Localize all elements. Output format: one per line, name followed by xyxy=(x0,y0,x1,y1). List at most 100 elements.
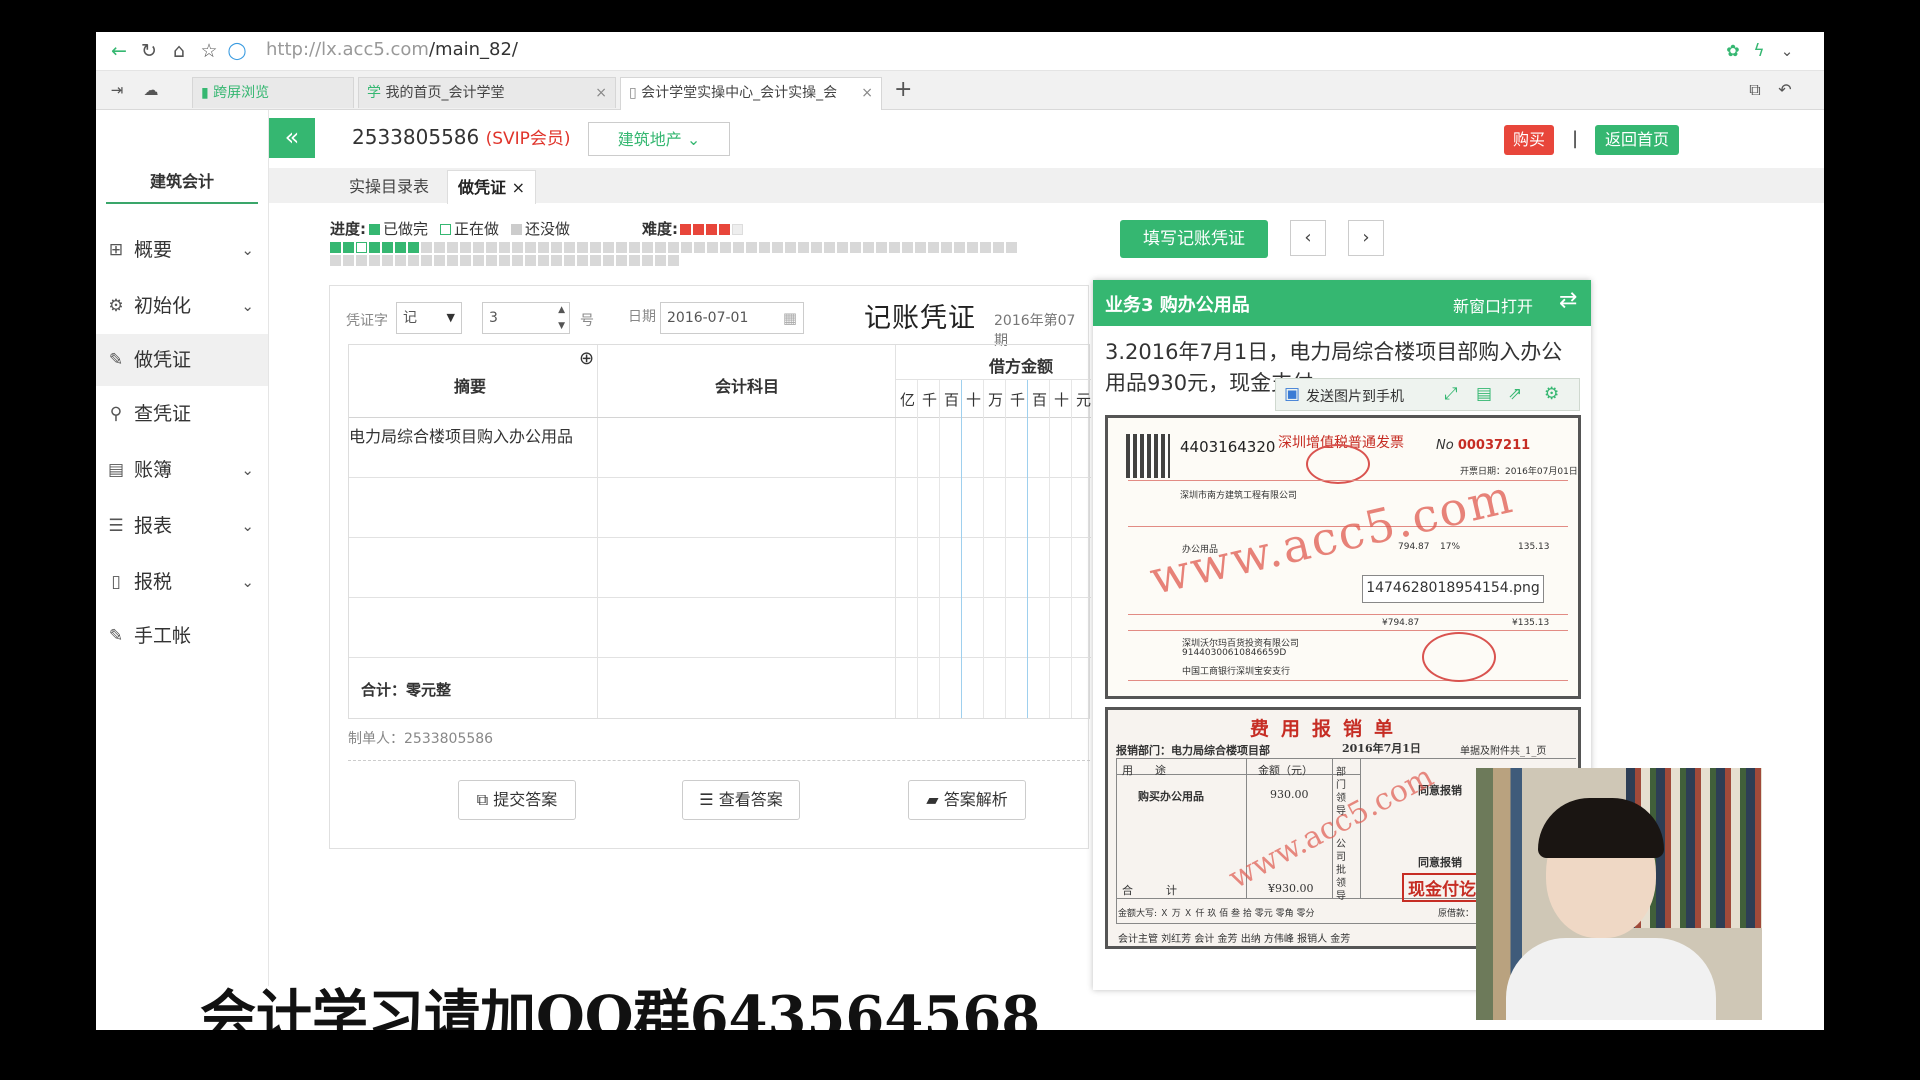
lightning-icon[interactable]: ϟ xyxy=(1746,38,1772,64)
progress-cell[interactable] xyxy=(447,255,458,266)
progress-cell[interactable] xyxy=(785,242,796,253)
progress-cell[interactable] xyxy=(863,242,874,253)
progress-cell[interactable] xyxy=(564,242,575,253)
progress-cell[interactable] xyxy=(434,255,445,266)
progress-cell[interactable] xyxy=(512,255,523,266)
progress-cell[interactable] xyxy=(902,242,913,253)
open-new-window-link[interactable]: 新窗口打开 xyxy=(1453,293,1533,317)
progress-cell[interactable] xyxy=(681,242,692,253)
sidebar-item-report[interactable]: ☰ 报表 ⌄ xyxy=(96,500,268,552)
progress-cell[interactable] xyxy=(577,242,588,253)
tab-practice-center[interactable]: ▯ 会计学堂实操中心_会计实操_会 × xyxy=(620,77,882,110)
progress-cell[interactable] xyxy=(928,242,939,253)
row-summary-input[interactable] xyxy=(349,597,597,657)
row-account-input[interactable] xyxy=(597,477,895,537)
refresh-icon[interactable]: ↻ xyxy=(136,38,162,64)
progress-cell[interactable] xyxy=(395,242,406,253)
progress-cell[interactable] xyxy=(746,242,757,253)
progress-cell[interactable] xyxy=(811,242,822,253)
progress-cell[interactable] xyxy=(629,255,640,266)
row-account-input[interactable] xyxy=(597,537,895,597)
progress-cell[interactable] xyxy=(1006,242,1017,253)
progress-cell[interactable] xyxy=(486,242,497,253)
progress-cell[interactable] xyxy=(720,242,731,253)
progress-cell[interactable] xyxy=(603,242,614,253)
progress-cell[interactable] xyxy=(616,242,627,253)
progress-cell[interactable] xyxy=(473,242,484,253)
progress-cell[interactable] xyxy=(967,242,978,253)
next-button[interactable]: › xyxy=(1348,220,1384,256)
tab-cross-screen[interactable]: ▮ 跨屏浏览 xyxy=(192,77,354,108)
settings-icon[interactable]: ⚙ xyxy=(1544,384,1559,404)
calendar-icon[interactable]: ▦ xyxy=(783,303,797,333)
stepper-down-icon[interactable]: ▼ xyxy=(558,311,565,341)
sidebar-item-tax[interactable]: ▯ 报税 ⌄ xyxy=(96,556,268,608)
progress-cell[interactable] xyxy=(421,242,432,253)
close-icon[interactable]: × xyxy=(595,78,607,108)
progress-cell[interactable] xyxy=(343,255,354,266)
progress-cell[interactable] xyxy=(499,242,510,253)
progress-cell[interactable] xyxy=(759,242,770,253)
progress-cell[interactable] xyxy=(707,242,718,253)
submit-answer-button[interactable]: ⧉ 提交答案 xyxy=(458,780,576,820)
progress-cell[interactable] xyxy=(980,242,991,253)
progress-cell[interactable] xyxy=(772,242,783,253)
close-icon[interactable]: × xyxy=(512,178,525,197)
progress-cell[interactable] xyxy=(941,242,952,253)
progress-cell[interactable] xyxy=(499,255,510,266)
tab-practice-catalog[interactable]: 实操目录表 xyxy=(339,170,439,203)
sidebar-item-check-voucher[interactable]: ⚲ 查凭证 xyxy=(96,388,268,440)
sidebar-item-overview[interactable]: ⊞ 概要 ⌄ xyxy=(96,224,268,276)
progress-cell[interactable] xyxy=(395,255,406,266)
window-icon[interactable]: ⧉ xyxy=(1742,77,1768,103)
fullscreen-icon[interactable]: ⤢ xyxy=(1444,384,1458,404)
progress-cell[interactable] xyxy=(616,255,627,266)
progress-cell[interactable] xyxy=(408,242,419,253)
progress-cell[interactable] xyxy=(434,242,445,253)
progress-cell[interactable] xyxy=(356,242,367,253)
progress-cell[interactable] xyxy=(668,255,679,266)
cloud-icon[interactable]: ☁ xyxy=(138,77,164,103)
progress-cell[interactable] xyxy=(486,255,497,266)
buy-button[interactable]: 购买 xyxy=(1504,125,1554,155)
progress-cell[interactable] xyxy=(954,242,965,253)
progress-cell[interactable] xyxy=(824,242,835,253)
back-arrow-icon[interactable]: ← xyxy=(106,38,132,64)
voucher-number-stepper[interactable]: 3 ▲ ▼ xyxy=(482,302,570,334)
progress-cell[interactable] xyxy=(850,242,861,253)
progress-cell[interactable] xyxy=(642,242,653,253)
category-dropdown[interactable]: 建筑地产 ⌄ xyxy=(588,122,730,156)
progress-cell[interactable] xyxy=(538,242,549,253)
progress-cell[interactable] xyxy=(642,255,653,266)
fill-voucher-button[interactable]: 填写记账凭证 xyxy=(1120,220,1268,258)
share-icon[interactable]: ⇗ xyxy=(1508,384,1522,404)
progress-cell[interactable] xyxy=(590,255,601,266)
return-home-button[interactable]: 返回首页 xyxy=(1595,125,1679,155)
sidebar-item-make-voucher[interactable]: ✎ 做凭证 xyxy=(96,334,268,386)
progress-cell[interactable] xyxy=(460,242,471,253)
send-to-phone-button[interactable]: 发送图片到手机 xyxy=(1306,386,1404,406)
sidebar-toggle-icon[interactable]: ⇥ xyxy=(104,77,130,103)
progress-cell[interactable] xyxy=(655,255,666,266)
progress-cell[interactable] xyxy=(382,242,393,253)
url-field[interactable]: http://lx.acc5.com/main_82/ xyxy=(266,39,518,60)
progress-cell[interactable] xyxy=(876,242,887,253)
progress-cell[interactable] xyxy=(668,242,679,253)
progress-cell[interactable] xyxy=(343,242,354,253)
prev-button[interactable]: ‹ xyxy=(1290,220,1326,256)
progress-cell[interactable] xyxy=(460,255,471,266)
progress-cell[interactable] xyxy=(512,242,523,253)
progress-cell[interactable] xyxy=(330,255,341,266)
tab-make-voucher[interactable]: 做凭证 × xyxy=(447,170,536,204)
progress-cell[interactable] xyxy=(798,242,809,253)
collapse-sidebar-button[interactable]: « xyxy=(269,118,315,158)
progress-cell[interactable] xyxy=(551,255,562,266)
progress-cell[interactable] xyxy=(408,255,419,266)
progress-cell[interactable] xyxy=(525,255,536,266)
progress-cell[interactable] xyxy=(538,255,549,266)
sidebar-item-manual[interactable]: ✎ 手工帐 xyxy=(96,610,268,662)
phone-send-icon[interactable]: ▣ xyxy=(1284,384,1300,404)
progress-cell[interactable] xyxy=(889,242,900,253)
progress-cell[interactable] xyxy=(655,242,666,253)
sidebar-item-init[interactable]: ⚙ 初始化 ⌄ xyxy=(96,280,268,332)
